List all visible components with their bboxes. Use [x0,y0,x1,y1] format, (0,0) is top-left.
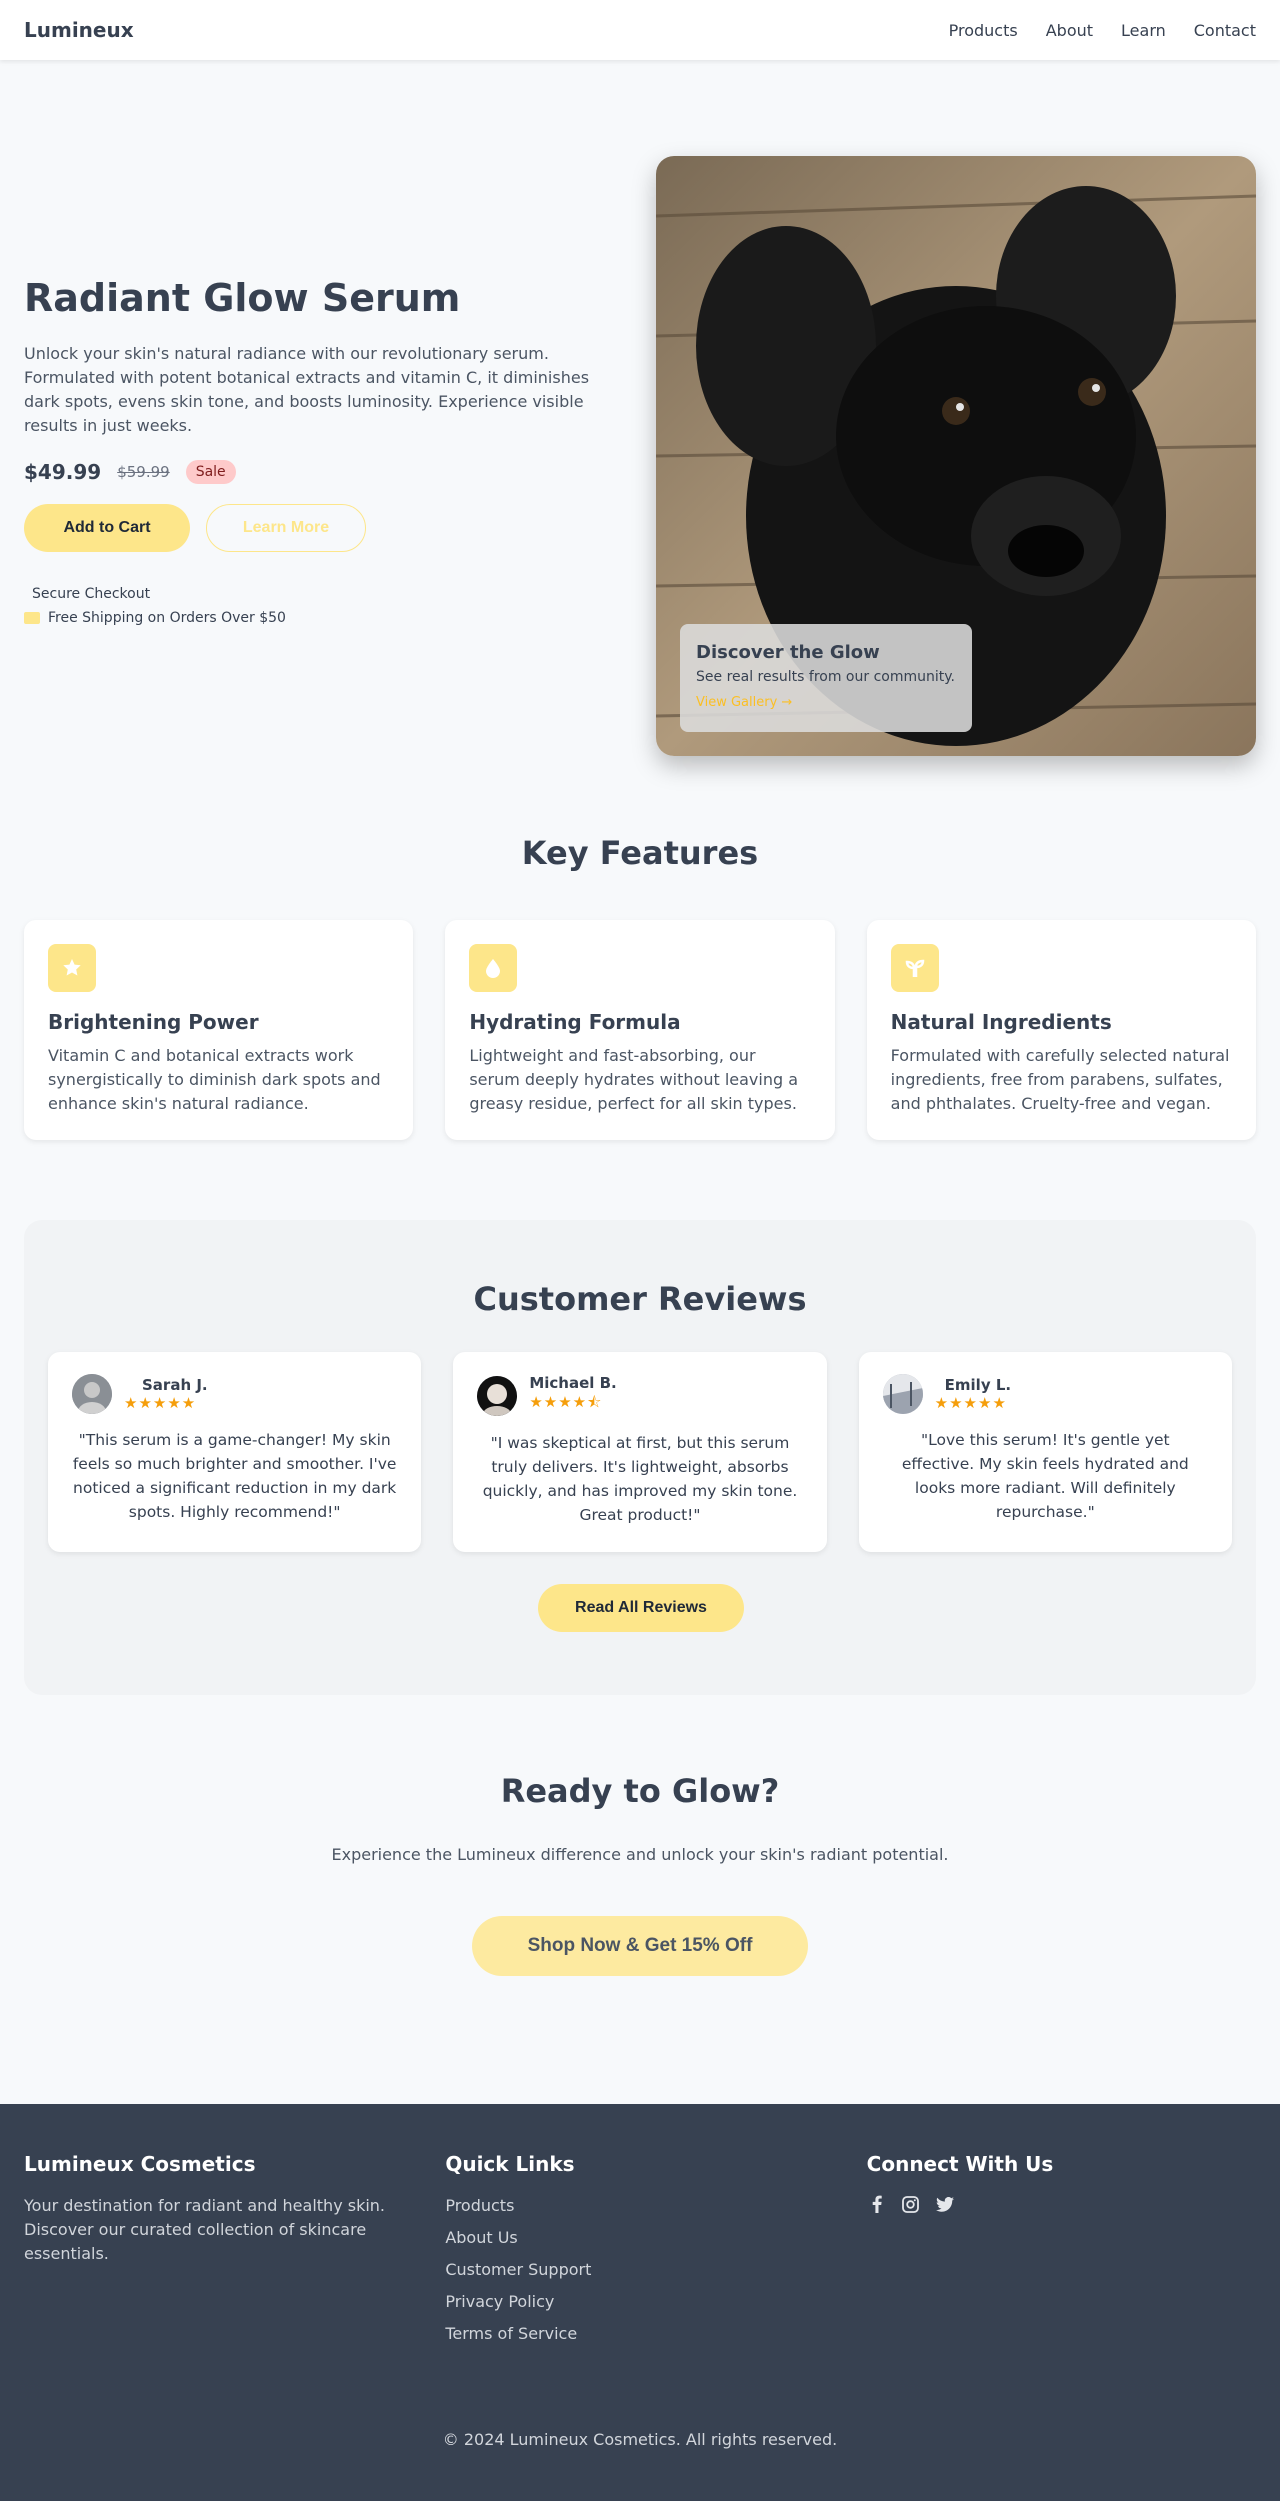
features-grid: Brightening Power Vitamin C and botanica… [24,920,1256,1140]
read-all-reviews-button[interactable]: Read All Reviews [538,1584,744,1632]
review-card: Michael B. ★★★★⯪ "I was skeptical at fir… [453,1352,827,1552]
reviews-grid: Sarah J. ★★★★★ "This serum is a game-cha… [48,1352,1232,1552]
reviewer-name: Emily L. [944,1376,1012,1394]
rating-stars: ★★★★⯪ [529,1393,603,1411]
current-price: $49.99 [24,459,102,484]
feature-card: Hydrating Formula Lightweight and fast-a… [445,920,835,1140]
secure-checkout-label: Secure Checkout [32,585,151,602]
add-to-cart-button[interactable]: Add to Cart [24,503,190,552]
review-header: Michael B. ★★★★⯪ [477,1374,802,1417]
discover-glow-card: Discover the Glow See real results from … [680,624,972,732]
star-icon [48,944,96,992]
site-footer: Lumineux Cosmetics Your destination for … [0,2104,1280,2501]
twitter-icon[interactable] [935,2194,955,2214]
feature-card: Brightening Power Vitamin C and botanica… [24,920,414,1140]
sale-badge: Sale [185,459,236,484]
rating-stars: ★★★★★ [124,1394,197,1412]
avatar [882,1374,923,1414]
footer-columns: Lumineux Cosmetics Your destination for … [24,2152,1256,2346]
footer-link-products[interactable]: Products [445,2194,834,2218]
review-text: "I was skeptical at first, but this seru… [482,1434,798,1524]
review-card: Sarah J. ★★★★★ "This serum is a game-cha… [48,1352,422,1552]
footer-connect: Connect With Us [867,2152,1256,2346]
feature-title: Natural Ingredients [890,1010,1112,1034]
features-title: Key Features [521,834,759,872]
feature-description: Vitamin C and botanical extracts work sy… [48,1046,381,1113]
footer-brand: Lumineux Cosmetics [24,2152,256,2176]
nav-link-learn[interactable]: Learn [1121,21,1166,40]
feature-title: Brightening Power [48,1010,259,1034]
review-text: "This serum is a game-changer! My skin f… [72,1431,397,1521]
social-icons [867,2194,1256,2214]
footer-link-terms[interactable]: Terms of Service [445,2322,834,2346]
product-title: Radiant Glow Serum [24,276,461,320]
overlay-subtitle: See real results from our community. [696,669,955,685]
truck-icon [24,611,40,624]
view-gallery-link[interactable]: View Gallery → [696,695,956,710]
connect-title: Connect With Us [866,2152,1054,2176]
reviewer-name: Michael B. [529,1374,617,1392]
top-navbar: Lumineux Products About Learn Contact [0,0,1280,60]
copyright-text: © 2024 Lumineux Cosmetics. All rights re… [442,2430,838,2449]
footer-link-privacy-policy[interactable]: Privacy Policy [445,2290,834,2314]
footer-about-text: Your destination for radiant and healthy… [24,2196,386,2263]
quick-links-title: Quick Links [445,2152,575,2176]
secure-checkout-row: Secure Checkout [24,582,624,606]
feature-card: Natural Ingredients Formulated with care… [866,920,1256,1140]
reviewer-name: Sarah J. [142,1376,208,1394]
hero-image-puppy: Discover the Glow See real results from … [656,156,1256,756]
avatar [72,1374,112,1414]
feature-description: Formulated with carefully selected natur… [890,1046,1230,1113]
nav-links: Products About Learn Contact [949,21,1256,40]
cta-description: Experience the Lumineux difference and u… [331,1845,949,1864]
cta-title: Ready to Glow? [500,1772,780,1810]
nav-link-products[interactable]: Products [949,21,1018,40]
review-header: Sarah J. ★★★★★ [72,1374,397,1414]
rating-stars: ★★★★★ [934,1394,1007,1412]
overlay-title: Discover the Glow [696,642,880,663]
reviews-title: Customer Reviews [473,1280,807,1318]
review-card: Emily L. ★★★★★ "Love this serum! It's ge… [858,1352,1232,1552]
feature-title: Hydrating Formula [469,1010,681,1034]
shop-now-button[interactable]: Shop Now & Get 15% Off [472,1916,808,1976]
hero-content: Radiant Glow Serum Unlock your skin's na… [24,276,624,630]
droplet-icon [469,944,518,992]
footer-link-customer-support[interactable]: Customer Support [445,2258,834,2282]
footer-quick-links: Quick Links Products About Us Customer S… [445,2152,834,2346]
nav-link-about[interactable]: About [1046,21,1093,40]
hero-buttons: Add to Cart Learn More [24,503,624,552]
review-header: Emily L. ★★★★★ [882,1374,1208,1414]
learn-more-button[interactable]: Learn More [206,503,366,552]
footer-link-about-us[interactable]: About Us [445,2226,834,2250]
feature-description: Lightweight and fast-absorbing, our seru… [469,1046,799,1113]
free-shipping-row: Free Shipping on Orders Over $50 [24,606,624,630]
trust-info: Secure Checkout Free Shipping on Orders … [24,582,624,630]
seedling-icon [890,944,939,992]
reviews-section: Customer Reviews Sarah J. ★★★★★ "This se… [24,1220,1256,1695]
price-row: $49.99 $59.99 Sale [24,459,624,484]
free-shipping-label: Free Shipping on Orders Over $50 [48,609,286,626]
nav-link-contact[interactable]: Contact [1194,21,1256,40]
hero-section: Radiant Glow Serum Unlock your skin's na… [24,156,1256,756]
footer-links-list: Products About Us Customer Support Priva… [445,2194,834,2346]
facebook-icon[interactable] [867,2194,887,2214]
avatar [477,1375,518,1416]
instagram-icon[interactable] [901,2194,921,2214]
footer-about: Lumineux Cosmetics Your destination for … [24,2152,413,2346]
review-text: "Love this serum! It's gentle yet effect… [901,1431,1189,1521]
brand-logo[interactable]: Lumineux [24,18,134,42]
product-description: Unlock your skin's natural radiance with… [24,343,590,435]
original-price: $59.99 [117,462,170,481]
